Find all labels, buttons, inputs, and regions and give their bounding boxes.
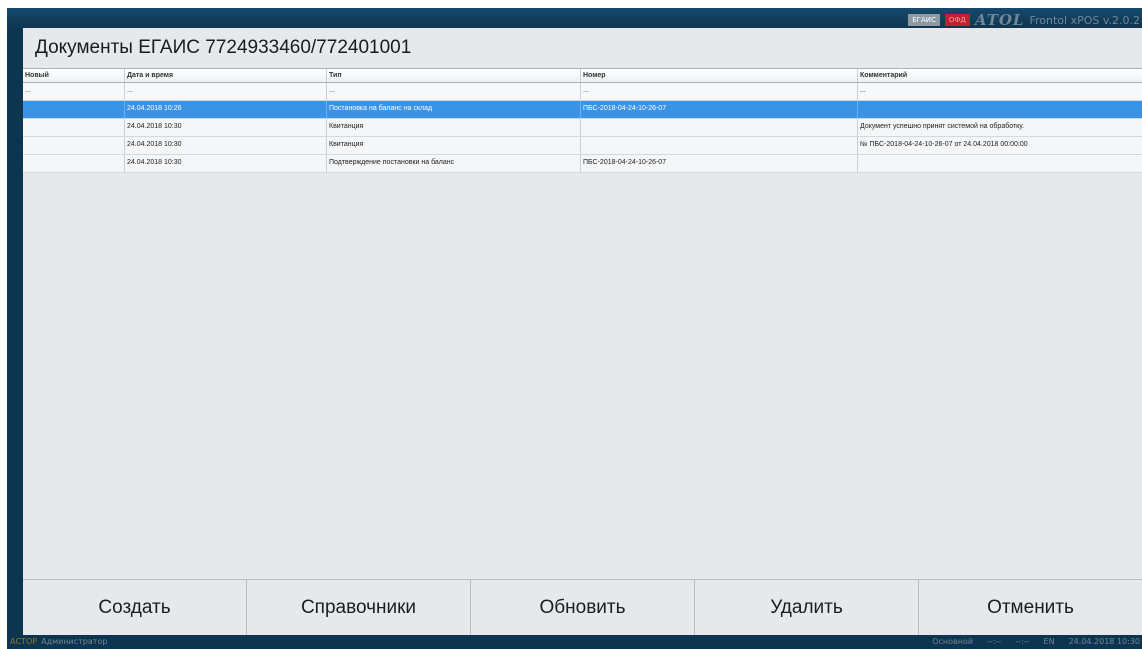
table-header: Новый Дата и время Тип Номер Комментарий xyxy=(23,68,1142,83)
cell-comment: № ПБС-2018-04-24-10-26-07 от 24.04.2018 … xyxy=(860,141,1028,148)
cell-new xyxy=(23,155,125,172)
filter-row: ... ... ... ... ... xyxy=(23,83,1142,101)
cell-datetime: 24.04.2018 10:30 xyxy=(125,155,327,172)
cell-number: ПБС-2018-04-24-10-26-07 xyxy=(581,155,858,172)
cell-datetime: 24.04.2018 10:30 xyxy=(125,119,327,136)
status-left: АСТОР Администратор xyxy=(10,635,107,649)
refresh-button[interactable]: Обновить xyxy=(471,580,695,636)
atol-logo: ATOL xyxy=(974,11,1025,29)
status-right: Основной --:-- --:-- EN 24.04.2018 10:30 xyxy=(932,635,1140,649)
app-version: Frontol xPOS v.2.0.2 xyxy=(1029,13,1140,27)
references-button[interactable]: Справочники xyxy=(247,580,471,636)
table-row[interactable]: 24.04.2018 10:26 Постановка на баланс на… xyxy=(23,101,1142,119)
create-button[interactable]: Создать xyxy=(23,580,247,636)
cell-comment xyxy=(858,155,1142,172)
status-user: Администратор xyxy=(41,637,108,646)
status-datetime: 24.04.2018 10:30 xyxy=(1068,637,1140,646)
column-header-new[interactable]: Новый xyxy=(23,69,125,82)
cell-type: Квитанция xyxy=(327,119,581,136)
table-row[interactable]: 24.04.2018 10:30 Квитанция № ПБС-2018-04… xyxy=(23,137,1142,155)
cancel-button[interactable]: Отменить xyxy=(919,580,1142,636)
cell-new xyxy=(23,137,125,154)
status-mode: Основной xyxy=(932,637,974,646)
cell-type: Постановка на баланс на склад xyxy=(327,101,581,118)
cell-new xyxy=(23,119,125,136)
filter-cell-datetime[interactable]: ... xyxy=(125,83,327,100)
status-app-name: АСТОР xyxy=(10,637,38,646)
cell-number xyxy=(581,119,858,136)
cell-type: Подтверждение постановки на баланс xyxy=(327,155,581,172)
cell-type: Квитанция xyxy=(327,137,581,154)
documents-table: Новый Дата и время Тип Номер Комментарий… xyxy=(23,68,1142,173)
table-row[interactable]: 24.04.2018 10:30 Подтверждение постановк… xyxy=(23,155,1142,173)
delete-button[interactable]: Удалить xyxy=(695,580,919,636)
documents-window: Документы ЕГАИС 7724933460/772401001 Нов… xyxy=(23,28,1142,636)
status-language: EN xyxy=(1043,637,1055,646)
egais-status-badge: ЕГАИС xyxy=(908,14,940,26)
column-header-comment[interactable]: Комментарий xyxy=(858,69,1142,82)
ofd-status-badge: ОФД xyxy=(944,14,970,26)
page-title: Документы ЕГАИС 7724933460/772401001 xyxy=(35,37,412,58)
cell-comment xyxy=(858,101,1142,118)
cell-datetime: 24.04.2018 10:26 xyxy=(125,101,327,118)
status-bar: АСТОР Администратор Основной --:-- --:-- … xyxy=(7,635,1142,649)
column-header-type[interactable]: Тип xyxy=(327,69,581,82)
cell-number: ПБС-2018-04-24-10-26-07 xyxy=(581,101,858,118)
table-row[interactable]: 24.04.2018 10:30 Квитанция Документ успе… xyxy=(23,119,1142,137)
cell-new xyxy=(23,101,125,118)
filter-cell-comment[interactable]: ... xyxy=(858,83,1142,100)
filter-cell-type[interactable]: ... xyxy=(327,83,581,100)
column-header-number[interactable]: Номер xyxy=(581,69,858,82)
cell-comment: Документ успешно принят системой на обра… xyxy=(860,123,1025,130)
column-header-datetime[interactable]: Дата и время xyxy=(125,69,327,82)
action-bar: Создать Справочники Обновить Удалить Отм… xyxy=(23,579,1142,636)
cell-number xyxy=(581,137,858,154)
background-panel-edge xyxy=(7,590,24,628)
filter-cell-number[interactable]: ... xyxy=(581,83,858,100)
status-field-1: --:-- xyxy=(987,637,1002,646)
brand-area: ЕГАИС ОФД ATOL Frontol xPOS v.2.0.2 xyxy=(908,11,1140,29)
cell-datetime: 24.04.2018 10:30 xyxy=(125,137,327,154)
filter-cell-new[interactable]: ... xyxy=(23,83,125,100)
status-field-2: --:-- xyxy=(1015,637,1030,646)
